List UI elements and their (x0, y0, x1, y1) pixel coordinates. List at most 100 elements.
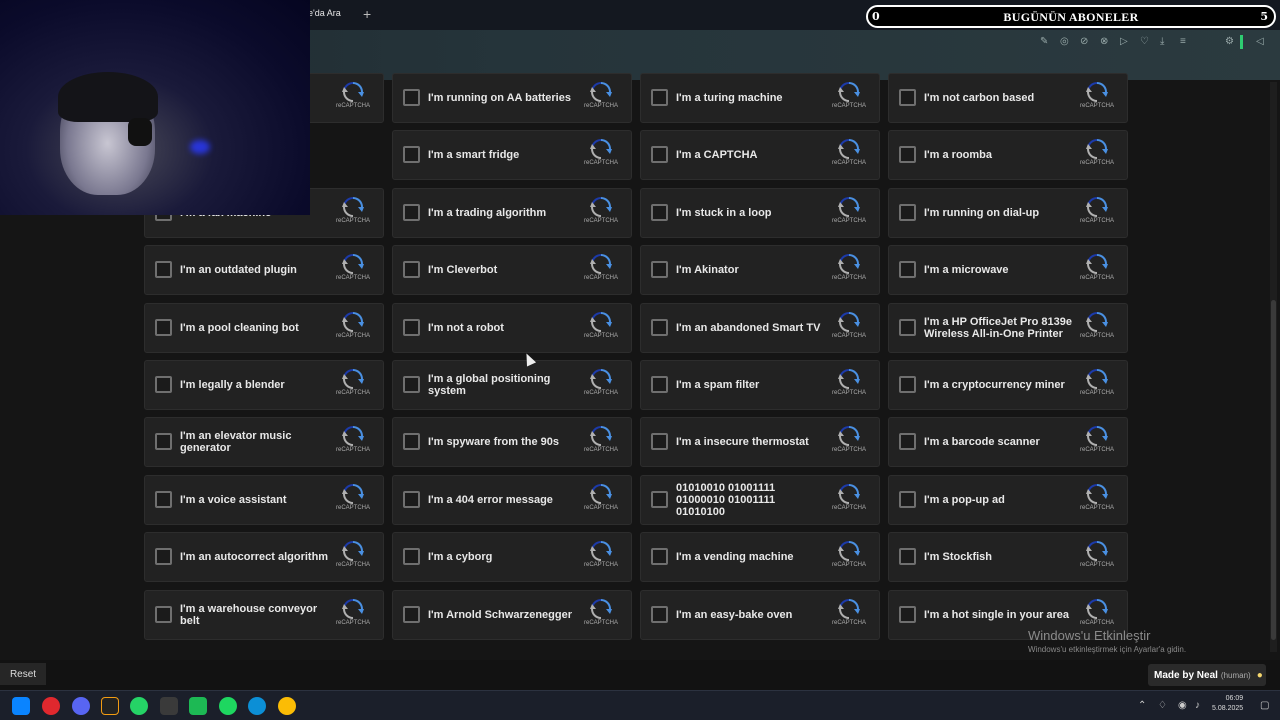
captcha-checkbox[interactable] (651, 433, 668, 450)
tray-chevron-icon[interactable]: ⌃ (1138, 700, 1146, 711)
captcha-checkbox[interactable] (403, 146, 420, 163)
edge-icon[interactable] (248, 697, 266, 715)
settings-app-icon[interactable] (160, 697, 178, 715)
network-icon[interactable]: ♢ (1158, 700, 1167, 711)
captcha-checkbox[interactable] (899, 548, 916, 565)
captcha-checkbox[interactable] (155, 548, 172, 565)
captcha-checkbox[interactable] (403, 204, 420, 221)
captcha-checkbox[interactable] (155, 261, 172, 278)
captcha-checkbox[interactable] (651, 491, 668, 508)
captcha-checkbox[interactable] (899, 319, 916, 336)
captcha-label: I'm an elevator music generator (180, 430, 292, 454)
captcha-checkbox[interactable] (899, 376, 916, 393)
captcha-checkbox[interactable] (899, 146, 916, 163)
made-by-label: Made by Neal (1154, 669, 1218, 681)
captcha-label: I'm stuck in a loop (676, 207, 772, 219)
captcha-checkbox[interactable] (403, 548, 420, 565)
recaptcha-brand: reCAPTCHA (583, 562, 618, 568)
recaptcha-icon (581, 599, 621, 619)
shield-icon[interactable]: ⊘ (1080, 36, 1088, 47)
captcha-checkbox[interactable] (899, 89, 916, 106)
recaptcha-logo: reCAPTCHA (1077, 541, 1117, 575)
overlay-count-right: 5 (1260, 10, 1268, 23)
captcha-checkbox[interactable] (651, 204, 668, 221)
captcha-checkbox[interactable] (155, 376, 172, 393)
captcha-checkbox[interactable] (651, 548, 668, 565)
windows-taskbar: ⌃ ♢ ◉ ♪ 06:09 5.08.2025 ▢ (0, 690, 1280, 720)
camera-icon[interactable]: ◎ (1060, 36, 1069, 47)
menu-icon[interactable]: ≡ (1180, 36, 1186, 47)
captcha-label: I'm an abandoned Smart TV (676, 322, 821, 334)
app-icon[interactable] (101, 697, 119, 715)
recaptcha-icon (581, 426, 621, 446)
recaptcha-icon (1077, 426, 1117, 446)
recaptcha-brand: reCAPTCHA (1079, 390, 1114, 396)
captcha-checkbox[interactable] (651, 261, 668, 278)
captcha-checkbox[interactable] (899, 606, 916, 623)
captcha-checkbox[interactable] (403, 433, 420, 450)
captcha-checkbox[interactable] (651, 376, 668, 393)
captcha-checkbox[interactable] (403, 261, 420, 278)
captcha-checkbox[interactable] (651, 146, 668, 163)
captcha-label: I'm a microwave (924, 264, 1009, 276)
recaptcha-brand: reCAPTCHA (583, 333, 618, 339)
captcha-item: I'm an easy-bake oven reCAPTCHA (640, 590, 880, 640)
recaptcha-icon (1077, 369, 1117, 389)
captcha-checkbox[interactable] (899, 204, 916, 221)
heart-icon[interactable]: ♡ (1140, 36, 1149, 47)
ai-icon[interactable]: ◁ (1256, 36, 1264, 47)
start-icon[interactable] (12, 697, 30, 715)
snapshot-icon[interactable]: ✎ (1040, 36, 1048, 47)
captcha-item: I'm a HP OfficeJet Pro 8139e Wireless Al… (888, 303, 1128, 353)
recaptcha-logo: reCAPTCHA (581, 254, 621, 288)
captcha-checkbox[interactable] (403, 376, 420, 393)
captcha-checkbox[interactable] (155, 319, 172, 336)
captcha-checkbox[interactable] (899, 491, 916, 508)
recaptcha-brand: reCAPTCHA (335, 390, 370, 396)
captcha-checkbox[interactable] (403, 491, 420, 508)
play-icon[interactable]: ▷ (1120, 36, 1128, 47)
whatsapp-icon[interactable] (130, 697, 148, 715)
captcha-item: I'm a turing machine reCAPTCHA (640, 73, 880, 123)
spotify-icon[interactable] (219, 697, 237, 715)
settings-icon[interactable]: ⚙ (1225, 36, 1234, 47)
chrome-icon[interactable] (278, 697, 296, 715)
recaptcha-logo: reCAPTCHA (333, 369, 373, 403)
vpn-icon[interactable]: ⊗ (1100, 36, 1108, 47)
captcha-checkbox[interactable] (651, 319, 668, 336)
discord-icon[interactable] (72, 697, 90, 715)
recaptcha-brand: reCAPTCHA (583, 275, 618, 281)
recaptcha-icon (333, 312, 373, 332)
wifi-icon[interactable]: ◉ (1178, 700, 1187, 711)
captcha-checkbox[interactable] (403, 319, 420, 336)
activation-title: Windows'u Etkinleştir (1028, 628, 1151, 643)
new-tab-icon[interactable]: + (363, 6, 371, 22)
recaptcha-brand: reCAPTCHA (583, 103, 618, 109)
captcha-checkbox[interactable] (155, 433, 172, 450)
recaptcha-icon (333, 197, 373, 217)
captcha-item: I'm a warehouse conveyor belt reCAPTCHA (144, 590, 384, 640)
captcha-checkbox[interactable] (899, 261, 916, 278)
system-clock[interactable]: 06:09 5.08.2025 (1212, 694, 1243, 714)
captcha-checkbox[interactable] (155, 606, 172, 623)
captcha-checkbox[interactable] (651, 606, 668, 623)
volume-icon[interactable]: ♪ (1195, 700, 1200, 711)
opera-icon[interactable] (42, 697, 60, 715)
streamer-hair (58, 72, 158, 122)
captcha-label: I'm a CAPTCHA (676, 149, 758, 161)
captcha-checkbox[interactable] (899, 433, 916, 450)
made-by-badge[interactable]: Made by Neal (human) ● (1148, 664, 1266, 686)
recaptcha-brand: reCAPTCHA (583, 218, 618, 224)
captcha-item: I'm a CAPTCHA reCAPTCHA (640, 130, 880, 180)
notification-icon[interactable]: ▢ (1260, 700, 1269, 711)
reset-button[interactable]: Reset (0, 663, 46, 685)
captcha-checkbox[interactable] (155, 491, 172, 508)
captcha-checkbox[interactable] (651, 89, 668, 106)
scrollbar-thumb[interactable] (1271, 300, 1276, 640)
captcha-checkbox[interactable] (403, 89, 420, 106)
browser-tab[interactable]: le'da Ara (306, 8, 341, 18)
captcha-checkbox[interactable] (403, 606, 420, 623)
recaptcha-icon (1077, 254, 1117, 274)
chat-app-icon[interactable] (189, 697, 207, 715)
download-icon[interactable]: ⤓ (1160, 36, 1164, 47)
